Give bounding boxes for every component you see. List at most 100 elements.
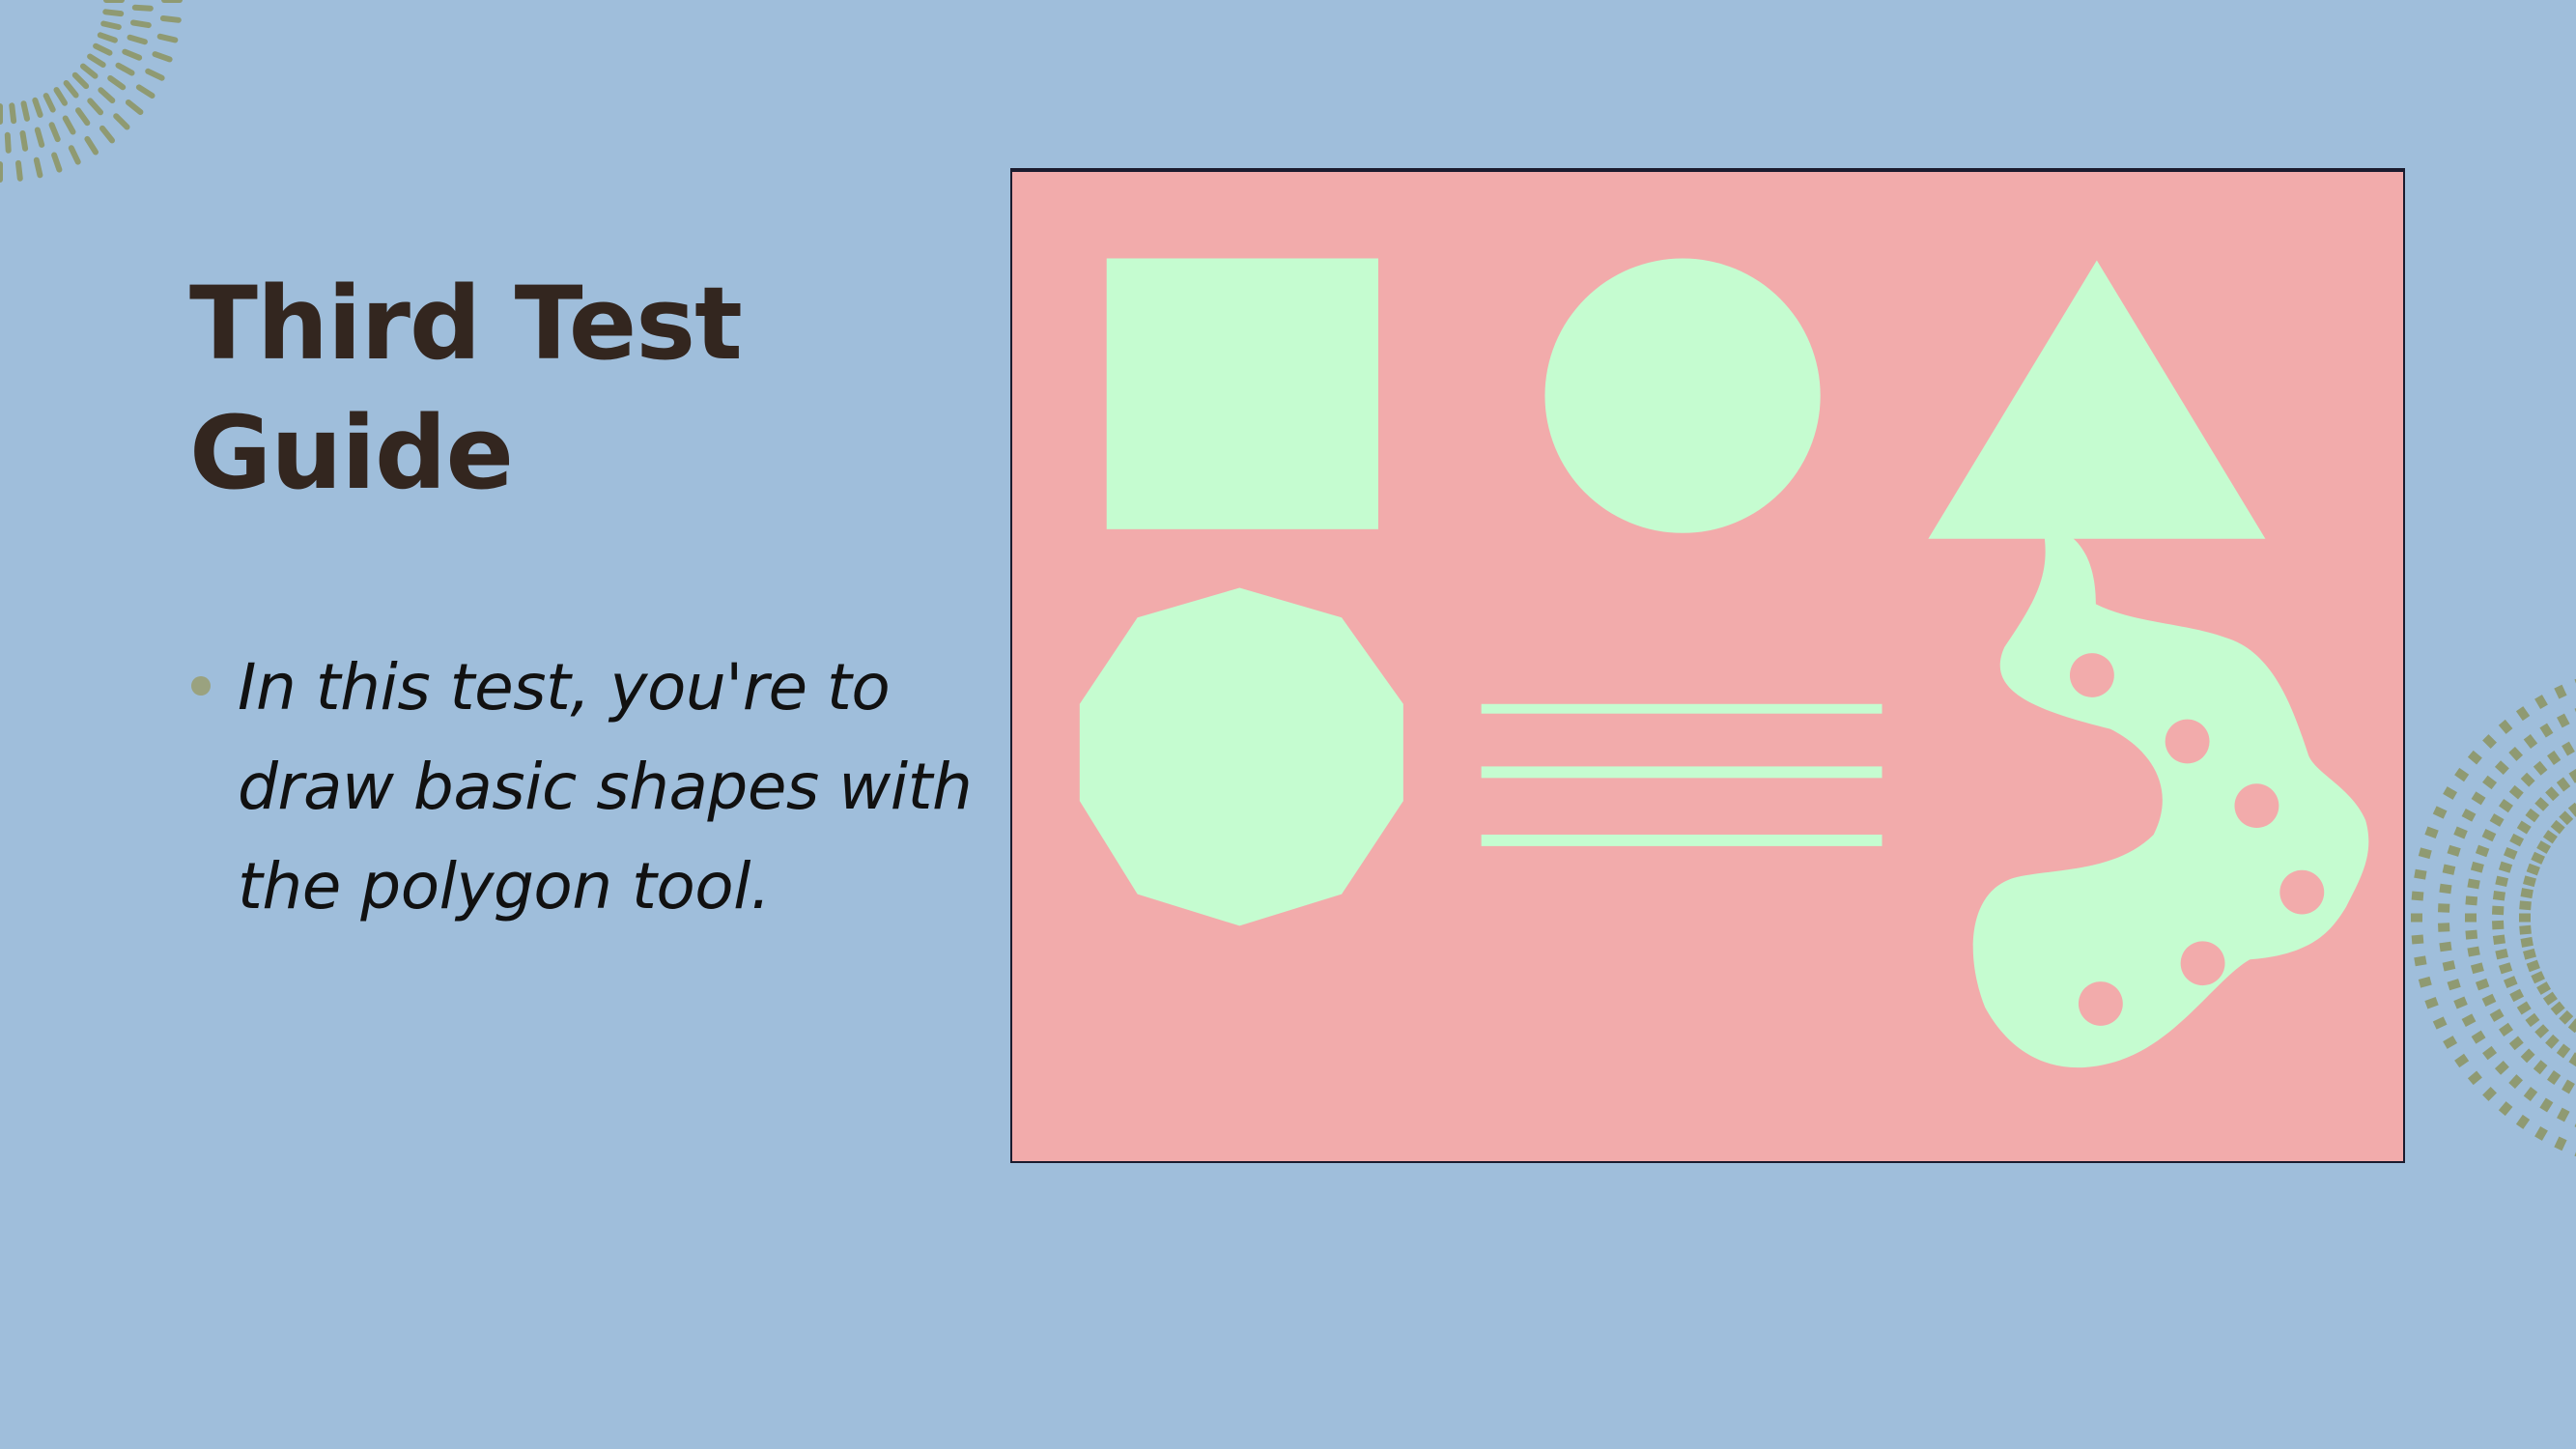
decorative-dash [2465,895,2478,906]
decorative-dash [2533,1060,2548,1075]
decorative-dash [2482,1087,2497,1101]
decorative-dash [98,87,116,103]
decorative-dash [2495,875,2508,887]
decorative-dash [33,156,43,179]
decorative-dash [97,32,118,43]
decorative-dash [2447,844,2461,857]
decorative-dash [2467,878,2480,890]
decorative-dash [2499,1022,2513,1037]
decorative-dash [2539,723,2554,738]
decorative-dash [2489,813,2505,827]
decorative-dash [2515,706,2531,722]
decorative-dash [2542,991,2558,1006]
decorative-dash [2520,1048,2535,1064]
decorative-dash [2442,960,2456,972]
decorative-dash [2503,846,2518,860]
decorative-dash [2471,791,2486,806]
decorative-dash [125,99,144,115]
decorative-dash [2523,734,2538,750]
decorative-dash [15,159,23,182]
decorative-dash [42,93,56,113]
circle-shape [1544,258,1821,533]
decorative-dash [2471,1030,2486,1044]
decorative-dash [2567,802,2576,817]
line-shape-2 [1481,766,1882,779]
decorative-dash [2554,684,2567,699]
decorative-dash [2545,1034,2560,1049]
decorative-dash [2550,1001,2565,1016]
decorative-dash [135,84,156,99]
decorative-dash [2481,993,2497,1007]
bullet-text: In this test, you're to draw basic shape… [238,650,973,923]
decorative-dash [2568,1052,2576,1067]
decorative-dash [2509,988,2525,1003]
decorative-dash [2508,1074,2524,1090]
decorative-dash [2550,819,2565,835]
bullet-item: In this test, you're to draw basic shape… [189,638,981,936]
decorative-dash [2531,851,2545,865]
decorative-dash [2432,1016,2448,1030]
decorative-dash [2482,1045,2498,1061]
decorative-dash [2508,746,2524,761]
slide: Third Test Guide In this test, you're to… [0,0,2576,1449]
decorative-dash [2470,962,2484,975]
decorative-dash [2499,799,2513,813]
decorative-dash [2443,786,2458,800]
decorative-dash [20,100,30,122]
decorative-dash [2461,1013,2477,1027]
decorative-dash [2482,775,2498,790]
decorative-dash [99,125,115,144]
decorative-dash [2562,741,2575,756]
decorative-dash [71,71,90,90]
decorative-dash [2491,920,2505,930]
decorative-dash [2536,981,2552,995]
decorative-dash [2525,808,2540,823]
decorative-dash [115,62,135,76]
decorative-dash [156,33,179,43]
decorative-dash [2508,784,2524,800]
decorative-dash [2557,1107,2570,1122]
shapes-picture[interactable] [1010,168,2405,1163]
decorative-dash [75,107,91,127]
decorative-dash [2418,976,2432,988]
decorative-dash [87,98,103,116]
decorative-dash [2534,1024,2550,1038]
decorative-dash [63,80,79,99]
decorative-dash [2453,996,2468,1009]
decorative-dash [93,43,113,56]
bullet-marker-icon [191,676,211,696]
decorative-dash [2492,934,2505,945]
decorative-dash [2534,695,2548,710]
decorative-dash [2414,955,2427,967]
decorative-dash [2442,864,2456,875]
decorative-dash [2498,962,2513,975]
decorative-dash [2508,1036,2524,1051]
decorative-dash [2495,949,2508,960]
decorative-dash [62,115,76,135]
decorative-dash [2492,891,2505,901]
decagon-shape [1079,587,1403,926]
decorative-dash [2557,713,2570,728]
decorative-dash [2454,767,2470,782]
decorative-dash [2556,1043,2571,1059]
decorative-dash [2467,946,2480,957]
decorative-dash [2523,875,2536,888]
decorative-dash [113,113,130,130]
decorative-dash [2467,1070,2482,1086]
decorative-dash [2520,888,2534,899]
decorative-dash [2516,1001,2532,1015]
decorative-dash [2525,1012,2540,1028]
decorative-radial-dots-right [2411,678,2576,1157]
decorative-dash [2482,734,2497,749]
decorative-dash [2439,883,2452,895]
decorative-dash [2454,1053,2470,1068]
decorative-dash [32,97,43,118]
decorative-dash [2411,891,2424,901]
decorative-dash [2489,1009,2505,1022]
decorative-dash [2503,976,2518,989]
decorative-dash [2556,777,2571,792]
decorative-dash [2519,900,2532,911]
decorative-dash [2498,861,2513,873]
decorative-dash [2554,1136,2567,1151]
decorative-dash [2438,903,2450,913]
